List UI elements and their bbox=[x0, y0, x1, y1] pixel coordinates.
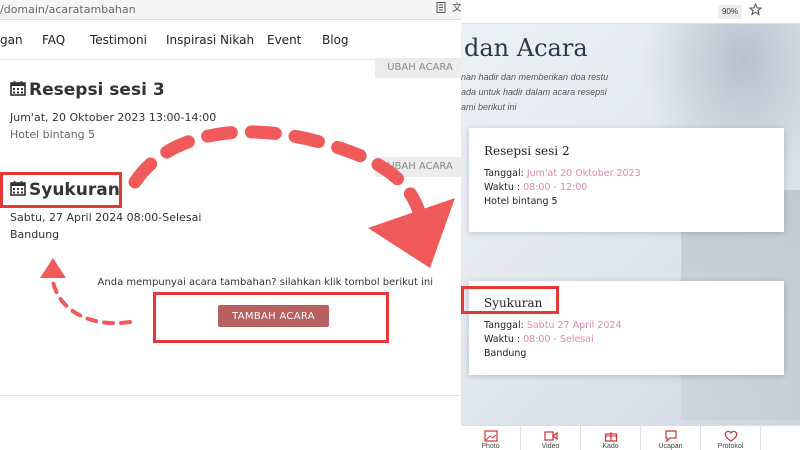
chat-icon bbox=[664, 430, 677, 442]
heart-pulse-icon bbox=[724, 430, 737, 442]
event-card: Resepsi sesi 2 Tanggal: Jum'at 20 Oktobe… bbox=[469, 128, 784, 232]
admin-panel: /domain/acaratambahan 文 gan FAQ Testimon… bbox=[0, 0, 461, 450]
edit-event-button[interactable]: UBAH ACARA bbox=[375, 58, 461, 78]
nav-item-faq[interactable]: FAQ bbox=[42, 33, 65, 47]
highlight-box bbox=[461, 286, 559, 314]
nav-photo[interactable]: Photo bbox=[461, 426, 521, 450]
nav-gift[interactable]: Kado bbox=[581, 426, 641, 450]
nav-protocol[interactable]: Protokol bbox=[701, 426, 761, 450]
nav-item-event[interactable]: Event bbox=[267, 33, 301, 47]
nav-video[interactable]: Video bbox=[521, 426, 581, 450]
url-text: /domain/acaratambahan bbox=[0, 3, 136, 16]
calendar-icon bbox=[10, 81, 26, 96]
event-place: Hotel bintang 5 bbox=[10, 128, 96, 141]
reader-icon[interactable] bbox=[436, 2, 446, 16]
video-icon bbox=[543, 431, 558, 441]
svg-text:文: 文 bbox=[452, 2, 461, 13]
zoom-level[interactable]: 90% bbox=[718, 5, 742, 19]
section-description: nan hadir dan memberikan doa restu ada u… bbox=[461, 72, 609, 112]
site-navbar: gan FAQ Testimoni Inspirasi Nikah Event … bbox=[0, 20, 461, 60]
section-title: dan Acara bbox=[464, 34, 588, 62]
bottom-navigation: Photo Video Kado Ucapan Protokol bbox=[461, 425, 800, 450]
add-event-prompt: Anda mempunyai acara tambahan? silahkan … bbox=[97, 277, 433, 288]
card-time: Waktu : 08:00 - 12:00 bbox=[484, 182, 588, 193]
nav-item-panduan[interactable]: gan bbox=[0, 33, 23, 47]
card-date: Tanggal: Jum'at 20 Oktober 2023 bbox=[484, 168, 641, 179]
event-place: Bandung bbox=[10, 228, 60, 241]
bookmark-star-icon[interactable] bbox=[748, 2, 763, 19]
nav-item-inspirasi[interactable]: Inspirasi Nikah bbox=[166, 33, 254, 47]
gift-icon bbox=[604, 432, 617, 442]
edit-event-button[interactable]: UBAH ACARA bbox=[375, 157, 461, 177]
nav-item-testimoni[interactable]: Testimoni bbox=[90, 33, 147, 47]
address-bar[interactable]: /domain/acaratambahan 文 bbox=[0, 0, 461, 20]
highlight-box bbox=[0, 172, 122, 208]
translate-icon[interactable]: 文 bbox=[452, 1, 461, 16]
card-date: Tanggal: Sabtu 27 April 2024 bbox=[484, 320, 622, 331]
divider bbox=[0, 395, 461, 396]
highlight-box bbox=[153, 292, 389, 343]
nav-wishes[interactable]: Ucapan bbox=[641, 426, 701, 450]
card-time: Waktu : 08:00 - Selesai bbox=[484, 334, 594, 345]
browser-toolbar: 90% bbox=[461, 0, 800, 24]
photo-icon bbox=[483, 430, 498, 442]
event-datetime: Sabtu, 27 April 2024 08:00-Selesai bbox=[10, 211, 202, 224]
event-datetime: Jum'at, 20 Oktober 2023 13:00-14:00 bbox=[10, 111, 217, 124]
event-title: Resepsi sesi 3 bbox=[10, 80, 165, 100]
nav-item-blog[interactable]: Blog bbox=[322, 33, 349, 47]
card-place: Bandung bbox=[484, 348, 527, 359]
card-place: Hotel bintang 5 bbox=[484, 196, 558, 207]
card-title: Resepsi sesi 2 bbox=[484, 144, 570, 158]
invitation-preview: 90% dan Acara nan hadir dan memberikan d… bbox=[461, 0, 800, 450]
